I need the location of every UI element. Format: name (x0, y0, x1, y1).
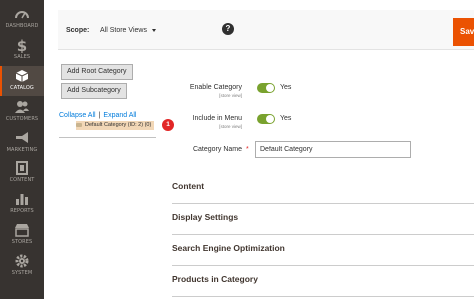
nav-item-content[interactable]: CONTENT (0, 160, 44, 190)
nav-label: SYSTEM (11, 270, 33, 276)
include-in-menu-value: Yes (280, 115, 292, 122)
nav-item-customers[interactable]: CUSTOMERS (0, 99, 44, 129)
gauge-icon (15, 11, 29, 19)
megaphone-icon (16, 132, 28, 143)
section-title: Products in Category (172, 274, 258, 284)
nav-item-catalog[interactable]: CATALOG (0, 66, 44, 96)
add-root-category-button[interactable]: Add Root Category (61, 64, 133, 80)
section-search-engine-optimization[interactable]: Search Engine Optimization (172, 235, 474, 266)
section-products-in-category[interactable]: Products in Category (172, 266, 474, 297)
gear-icon (15, 254, 29, 268)
nav-item-system[interactable]: SYSTEM (0, 253, 44, 283)
include-in-menu-scope: [store view] (219, 124, 242, 129)
category-name-label: Category Name (192, 146, 242, 153)
nav-label: SALES (13, 54, 31, 60)
nav-item-stores[interactable]: STORES (0, 222, 44, 252)
nav-item-reports[interactable]: REPORTS (0, 191, 44, 221)
nav-label: STORES (11, 239, 33, 245)
link-separator: | (98, 112, 101, 119)
admin-sidebar: DASHBOARD $ SALES CATALOG CUSTOMERS MARK… (0, 0, 44, 299)
scope-bar: Scope: All Store Views ? (58, 10, 474, 50)
section-content[interactable]: Content (172, 173, 474, 204)
nav-item-dashboard[interactable]: DASHBOARD (0, 6, 44, 36)
enable-category-label: Enable Category (189, 84, 242, 91)
add-subcategory-button[interactable]: Add Subcategory (61, 83, 127, 99)
dollar-icon: $ (17, 37, 27, 53)
category-name-input[interactable] (255, 141, 411, 158)
section-title: Search Engine Optimization (172, 243, 285, 253)
tree-divider (59, 137, 156, 138)
nav-label: REPORTS (10, 208, 34, 214)
nav-item-sales[interactable]: $ SALES (0, 37, 44, 67)
bar-chart-icon (16, 194, 28, 205)
required-indicator: * (246, 146, 249, 153)
enable-category-value: Yes (280, 84, 292, 91)
enable-category-toggle[interactable] (257, 83, 275, 93)
cube-icon (15, 70, 29, 82)
section-title: Display Settings (172, 212, 239, 222)
section-display-settings[interactable]: Display Settings (172, 204, 474, 235)
nav-item-marketing[interactable]: MARKETING (0, 130, 44, 160)
include-in-menu-toggle[interactable] (257, 114, 275, 124)
folder-icon (76, 123, 82, 127)
nav-label: CONTENT (9, 177, 35, 183)
content-icon (16, 161, 28, 175)
store-view-value: All Store Views (100, 27, 147, 34)
include-in-menu-label: Include in Menu (192, 115, 242, 122)
store-view-switcher[interactable]: All Store Views (100, 27, 156, 34)
enable-category-scope: [store view] (219, 93, 242, 98)
section-title: Content (172, 181, 205, 191)
nav-label: CUSTOMERS (5, 116, 39, 122)
save-button[interactable]: Sav (453, 18, 474, 46)
scope-label: Scope: (66, 27, 90, 34)
nav-label: MARKETING (6, 147, 38, 153)
nav-label: CATALOG (10, 85, 34, 91)
svg-text:$: $ (17, 37, 27, 53)
help-icon[interactable]: ? (222, 23, 234, 35)
store-icon (15, 224, 29, 237)
nav-label: DASHBOARD (5, 23, 39, 29)
collapse-all-link[interactable]: Collapse All (59, 112, 96, 119)
customers-icon (15, 101, 29, 113)
caret-down-icon (151, 28, 156, 32)
